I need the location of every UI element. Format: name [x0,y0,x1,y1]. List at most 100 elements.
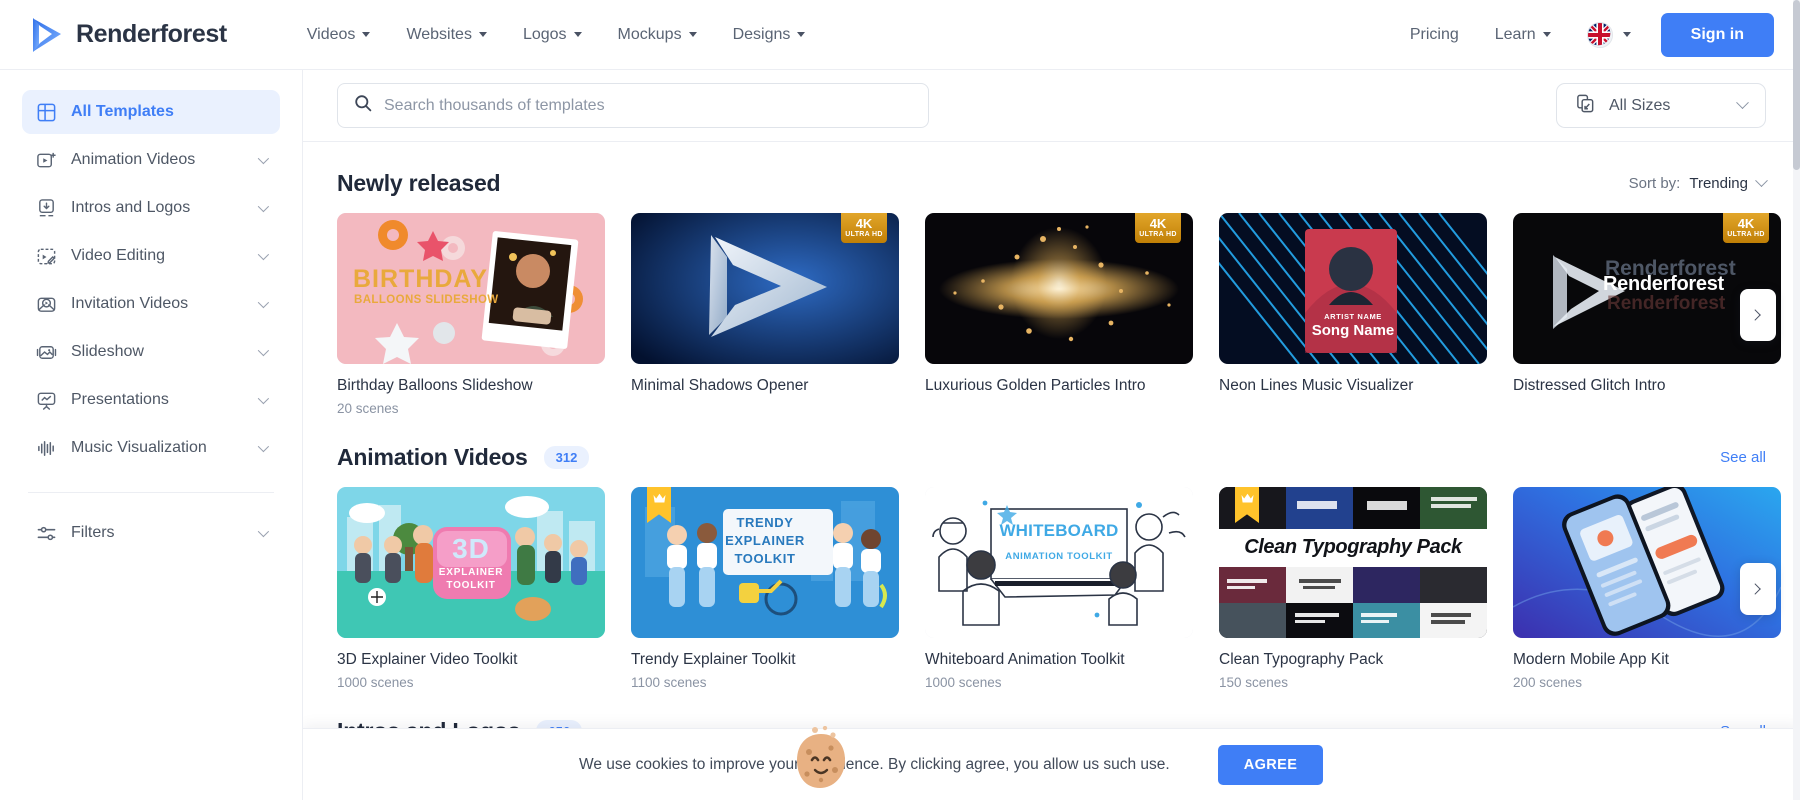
film-edit-icon [36,246,71,267]
nav-item-logos[interactable]: Logos [505,18,600,52]
badge-4k-top: 4K [855,216,873,231]
nav-item-videos[interactable]: Videos [289,18,389,52]
thumb-song-name: Song Name [1311,322,1395,339]
template-scenes: 20 scenes [337,401,399,416]
sort-by-control[interactable]: Sort by: Trending [1628,174,1768,192]
template-card[interactable]: 4K ULTRA HD Minimal Shadows Opener [631,213,899,416]
template-thumbnail[interactable]: BIRTHDAY BALLOONS SLIDESHOW [337,213,605,364]
content-toolbar: All Sizes [303,70,1800,142]
template-card[interactable]: WHITEBOARD ANIMATION TOOLKIT Whiteboard … [925,487,1193,690]
intro-logo-icon [36,198,71,219]
page-scrollbar[interactable] [1793,0,1800,800]
template-thumbnail[interactable]: 4K ULTRA HD [925,213,1193,364]
cookie-agree-button[interactable]: AGREE [1217,744,1324,785]
brand-logo[interactable]: Renderforest [30,17,227,53]
section-count-badge: 312 [543,446,590,469]
sidebar-item-animation-videos[interactable]: Animation Videos [22,138,280,182]
template-card[interactable]: 3D EXPLAINER TOOLKIT 3D Explainer Video … [337,487,605,690]
template-thumbnail[interactable]: Clean Typography Pack [1219,487,1487,638]
thumb-typography-title: Clean Typography Pack [1244,536,1462,558]
template-thumbnail[interactable]: 3D EXPLAINER TOOLKIT [337,487,605,638]
nav-item-mockups[interactable]: Mockups [600,18,715,52]
search-input[interactable] [384,96,912,115]
nav-item-designs[interactable]: Designs [715,18,824,52]
template-thumbnail[interactable] [1513,487,1781,638]
sidebar-item-slideshow[interactable]: Slideshow [22,330,280,374]
sidebar-item-filters[interactable]: Filters [22,511,280,555]
chevron-right-icon [1749,582,1761,595]
thumb-line2: EXPLAINER [725,533,805,548]
section-title: Newly released [337,170,501,196]
template-thumbnail[interactable]: Renderforest Renderforest Renderforest 4… [1513,213,1781,364]
template-thumbnail[interactable]: ARTIST NAME Song Name [1219,213,1487,364]
template-thumbnail[interactable]: 4K ULTRA HD [631,213,899,364]
top-header: Renderforest Videos Websites Logos Mocku… [0,0,1800,70]
sizes-icon [1575,93,1596,119]
section-header-animation-videos: Animation Videos 312 See all [337,416,1766,487]
scrollbar-thumb[interactable] [1793,0,1800,170]
chevron-down-icon [1736,96,1749,110]
sign-in-button[interactable]: Sign in [1660,12,1774,57]
badge-4k: 4K ULTRA HD [1723,213,1769,243]
nav-label: Learn [1494,25,1536,43]
carousel-next-button[interactable] [1740,288,1776,341]
template-card[interactable]: 4K ULTRA HD Luxurious Golden Particles I… [925,213,1193,416]
template-card[interactable]: TRENDY EXPLAINER TOOLKIT Trendy Explaine… [631,487,899,690]
nav-item-websites[interactable]: Websites [388,18,505,52]
chevron-down-icon [1542,32,1551,37]
sidebar-item-all-templates[interactable]: All Templates [22,90,280,134]
thumb-line1: 3D [452,533,490,564]
uk-flag-icon [1586,21,1613,48]
chevron-down-icon [257,296,270,309]
sidebar: All Templates Animation Videos Intros an… [0,70,303,800]
template-title: Minimal Shadows Opener [631,377,809,394]
chevron-down-icon [257,344,270,357]
main-navigation: Videos Websites Logos Mockups Designs [289,18,824,52]
sidebar-item-music-visualization[interactable]: Music Visualization [22,426,280,470]
template-title: Neon Lines Music Visualizer [1219,377,1414,394]
thumb-line1: WHITEBOARD [999,521,1119,540]
template-card[interactable]: BIRTHDAY BALLOONS SLIDESHOW Birthday Bal… [337,213,605,416]
chevron-down-icon [1622,32,1631,37]
badge-4k-top: 4K [1149,216,1167,231]
template-thumbnail[interactable]: TRENDY EXPLAINER TOOLKIT [631,487,899,638]
template-scroll-area[interactable]: Newly released Sort by: Trending BIRTHDA… [303,142,1800,800]
sidebar-item-video-editing[interactable]: Video Editing [22,234,280,278]
template-title: 3D Explainer Video Toolkit [337,651,518,668]
sort-by-label: Sort by: [1628,175,1681,192]
sidebar-item-invitation-videos[interactable]: Invitation Videos [22,282,280,326]
crown-icon [1241,493,1253,503]
thumb-line2: ANIMATION TOOLKIT [1005,551,1113,562]
presentation-icon [36,390,71,411]
template-card[interactable]: Clean Typography Pack Clean Typography P… [1219,487,1487,690]
chevron-right-icon [1749,308,1761,321]
template-row-animation-videos: 3D EXPLAINER TOOLKIT 3D Explainer Video … [337,487,1781,690]
sidebar-item-intros-and-logos[interactable]: Intros and Logos [22,186,280,230]
chevron-down-icon [362,32,371,37]
search-bar[interactable] [337,83,929,128]
template-scenes: 1100 scenes [631,675,707,690]
template-thumbnail[interactable]: WHITEBOARD ANIMATION TOOLKIT [925,487,1193,638]
template-title: Distressed Glitch Intro [1513,377,1666,394]
nav-item-learn[interactable]: Learn [1477,18,1569,52]
language-selector[interactable] [1569,14,1645,56]
chevron-down-icon [257,525,270,538]
nav-item-pricing[interactable]: Pricing [1392,18,1477,52]
see-all-link[interactable]: See all [1720,449,1766,466]
chevron-down-icon [688,32,697,37]
badge-4k: 4K ULTRA HD [1135,213,1181,243]
thumb-title-line2: BALLOONS SLIDESHOW [354,294,499,306]
brand-name: Renderforest [76,20,227,48]
badge-4k-bottom: ULTRA HD [1727,231,1765,238]
thumb-line2: EXPLAINER [438,567,504,578]
thumb-line3: TOOLKIT [734,551,796,566]
nav-label: Designs [732,25,791,43]
all-sizes-dropdown[interactable]: All Sizes [1556,83,1766,128]
envelope-play-icon [36,294,71,315]
svg-text:Renderforest: Renderforest [1607,293,1726,314]
template-title: Luxurious Golden Particles Intro [925,377,1146,394]
carousel-next-button[interactable] [1740,562,1776,615]
sidebar-item-presentations[interactable]: Presentations [22,378,280,422]
image-slideshow-icon [36,342,71,363]
template-card[interactable]: ARTIST NAME Song Name Neon Lines Music V… [1219,213,1487,416]
